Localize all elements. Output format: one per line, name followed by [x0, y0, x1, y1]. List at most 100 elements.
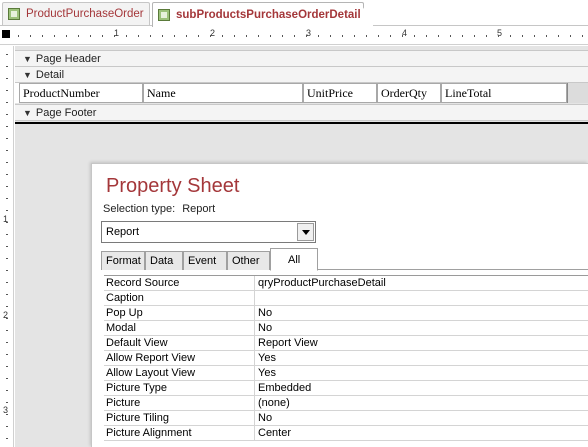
property-name: Record Source: [104, 276, 255, 291]
ruler-tick: [438, 35, 439, 37]
ruler-tick: [234, 35, 235, 37]
select-report-box[interactable]: [2, 30, 10, 38]
ruler-tick: [6, 90, 8, 91]
property-row[interactable]: Pop Up No: [104, 306, 588, 321]
selected-object: Report: [106, 226, 140, 238]
horizontal-ruler: 1 2 3 4 5: [0, 27, 588, 45]
property-row[interactable]: Caption: [104, 291, 588, 306]
property-value[interactable]: Yes: [258, 351, 276, 366]
property-row[interactable]: Modal No: [104, 321, 588, 336]
property-row[interactable]: Default View Report View: [104, 336, 588, 351]
object-selector-dropdown[interactable]: Report: [101, 221, 316, 243]
ruler-tick: [174, 35, 175, 37]
page-footer-section-bar[interactable]: ▼ Page Footer: [15, 104, 588, 121]
ruler-tick: [390, 35, 391, 37]
tab-subproductspurchaseorderdetail[interactable]: subProductsPurchaseOrderDetail: [152, 2, 373, 27]
ruler-tick: [42, 35, 43, 37]
productnumber-control[interactable]: ProductNumber: [19, 83, 143, 103]
ruler-tick: [354, 35, 355, 37]
property-value[interactable]: (none): [258, 396, 290, 411]
selection-type-value: Report: [182, 203, 216, 215]
property-name: Picture Type: [104, 381, 255, 396]
property-row[interactable]: Picture Type Embedded: [104, 381, 588, 396]
ruler-tick: [306, 35, 307, 37]
property-value[interactable]: Center: [258, 426, 291, 441]
chevron-down-icon[interactable]: [297, 223, 314, 241]
property-value[interactable]: qryProductPurchaseDetail: [258, 276, 386, 291]
ruler-tick: [6, 162, 8, 163]
property-grid: Record Source qryProductPurchaseDetail Ca…: [104, 275, 588, 441]
tab-all[interactable]: All: [270, 248, 318, 271]
report-icon: [8, 8, 20, 20]
ruler-tick: [510, 35, 511, 37]
property-value[interactable]: No: [258, 321, 272, 336]
ruler-tick: [582, 35, 583, 37]
property-value[interactable]: No: [258, 306, 272, 321]
tab-other[interactable]: Other: [227, 251, 270, 270]
tab-productpurchaseorder[interactable]: ProductPurchaseOrder: [2, 2, 150, 25]
tab-event[interactable]: Event: [183, 251, 227, 270]
ruler-tick: [414, 35, 415, 37]
ruler-tick: [6, 186, 8, 187]
ruler-tick: [90, 35, 91, 37]
ruler-tick: [378, 35, 379, 37]
property-value[interactable]: No: [258, 411, 272, 426]
page-header-section-bar[interactable]: ▼ Page Header: [15, 50, 588, 67]
section-arrow-icon: ▼: [23, 53, 32, 64]
tab-format[interactable]: Format: [101, 251, 145, 270]
property-row[interactable]: Picture Tiling No: [104, 411, 588, 426]
vertical-ruler: 1 2 3: [0, 46, 14, 447]
tab-label: subProductsPurchaseOrderDetail: [176, 9, 361, 21]
ruler-tick: [6, 114, 8, 115]
property-sheet-pane: Property Sheet Selection type: Report Re…: [91, 163, 588, 447]
ruler-tick: [6, 294, 8, 295]
ruler-tick: [54, 35, 55, 37]
detail-band-margin: [567, 83, 588, 103]
section-arrow-icon: ▼: [23, 69, 32, 80]
property-row[interactable]: Picture Alignment Center: [104, 426, 588, 441]
ruler-tick: [342, 35, 343, 37]
ruler-tick: [30, 35, 31, 37]
linetotal-control[interactable]: LineTotal: [441, 83, 567, 103]
ruler-tick: [198, 35, 199, 37]
orderqty-control[interactable]: OrderQty: [377, 83, 441, 103]
ruler-tick: [474, 35, 475, 37]
ruler-tick: [282, 35, 283, 37]
ruler-tick: [294, 35, 295, 37]
section-label: Page Header: [35, 52, 101, 65]
property-value[interactable]: Embedded: [258, 381, 311, 396]
property-value[interactable]: Yes: [258, 366, 276, 381]
property-value[interactable]: Report View: [258, 336, 318, 351]
ruler-tick: [6, 174, 8, 175]
property-name: Allow Layout View: [104, 366, 255, 381]
ruler-tick: [150, 35, 151, 37]
tab-data[interactable]: Data: [145, 251, 183, 270]
section-label: Page Footer: [35, 106, 97, 119]
property-name: Picture Alignment: [104, 426, 255, 441]
property-sheet-title: Property Sheet: [106, 175, 240, 197]
ruler-tick: [6, 414, 8, 415]
ruler-tick: [186, 35, 187, 37]
ruler-tick: [270, 35, 271, 37]
property-row[interactable]: Allow Layout View Yes: [104, 366, 588, 381]
property-row[interactable]: Allow Report View Yes: [104, 351, 588, 366]
report-icon: [158, 9, 170, 21]
ruler-tick: [6, 102, 8, 103]
selection-type: Selection type: Report: [103, 203, 215, 215]
tab-label: ProductPurchaseOrder: [26, 8, 144, 20]
ruler-tick: [6, 342, 8, 343]
detail-section-bar[interactable]: ▼ Detail: [15, 66, 588, 83]
ruler-tick: [6, 150, 8, 151]
property-row[interactable]: Record Source qryProductPurchaseDetail: [104, 276, 588, 291]
ruler-tick: [6, 126, 8, 127]
unitprice-control[interactable]: UnitPrice: [303, 83, 377, 103]
name-control[interactable]: Name: [143, 83, 303, 103]
ruler-tick: [522, 35, 523, 37]
ruler-tick: [6, 78, 8, 79]
property-name: Caption: [104, 291, 255, 306]
section-arrow-icon: ▼: [23, 107, 32, 118]
property-row[interactable]: Picture (none): [104, 396, 588, 411]
ruler-tick: [558, 35, 559, 37]
ruler-tick: [126, 35, 127, 37]
ruler-tick: [6, 258, 8, 259]
